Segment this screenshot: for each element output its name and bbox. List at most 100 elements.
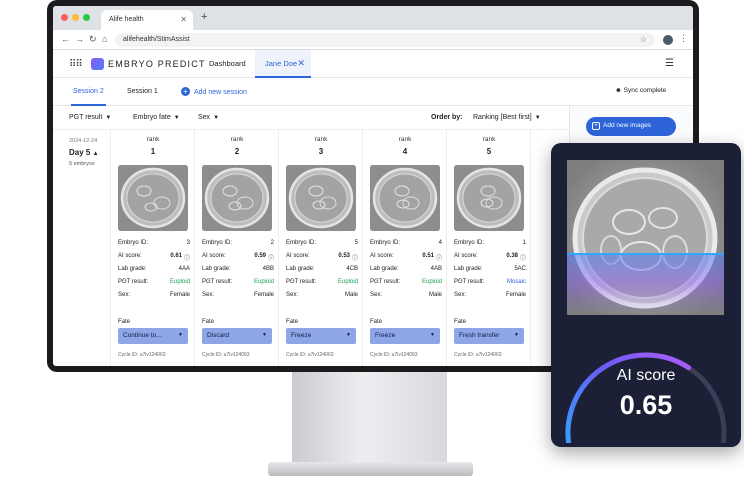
fate-select[interactable]: Continue to... ▼ bbox=[118, 328, 188, 344]
reload-icon[interactable]: ↻ bbox=[89, 34, 97, 45]
maximize-window-dot[interactable] bbox=[83, 14, 90, 21]
embryo-image[interactable] bbox=[286, 165, 356, 231]
url-field[interactable]: alifehealth/StimAssist ☆ bbox=[115, 33, 655, 47]
tab-session-2[interactable]: Session 2 bbox=[71, 78, 106, 106]
fate-select[interactable]: Freeze ▼ bbox=[370, 328, 440, 344]
tab-session-1[interactable]: Session 1 bbox=[127, 88, 158, 95]
fate-filter-label: Embryo fate bbox=[133, 114, 171, 121]
embryo-image[interactable] bbox=[454, 165, 524, 231]
fate-select[interactable]: Discard ▼ bbox=[202, 328, 272, 344]
cycle-id: Cycle ID: u7iv124063 bbox=[118, 352, 166, 358]
nav-patient-tab[interactable]: Jane Doe ✕ bbox=[255, 50, 311, 78]
caret-down-icon: ▼ bbox=[173, 115, 180, 121]
rank-label: rank bbox=[146, 136, 160, 143]
close-tab-icon[interactable]: ✕ bbox=[180, 15, 187, 24]
bookmark-star-icon[interactable]: ☆ bbox=[640, 35, 647, 44]
embryo-image[interactable] bbox=[370, 165, 440, 231]
browser-tab[interactable]: Alife health ✕ bbox=[101, 10, 193, 30]
home-icon[interactable]: ⌂ bbox=[102, 34, 107, 44]
rank-label: rank bbox=[314, 136, 328, 143]
pgt-filter-dropdown[interactable]: PGT result ▼ bbox=[69, 114, 111, 121]
embryo-card[interactable]: rank 4 Embryo ID: 4 AI score: 0.51 ⓘ Lab grade:… bbox=[363, 130, 447, 366]
pgt-result-value: Mosaic bbox=[506, 279, 526, 285]
embryo-id-row: Embryo ID: 3 bbox=[118, 240, 190, 246]
sex-label: Sex: bbox=[454, 292, 467, 298]
ai-score-row-label: AI score: bbox=[286, 253, 310, 259]
browser-menu-icon[interactable]: ⋮ bbox=[679, 33, 688, 44]
add-session-label: Add new session bbox=[194, 89, 247, 96]
sex-filter-label: Sex bbox=[198, 114, 211, 121]
embryo-card[interactable]: rank 2 Embryo ID: 2 AI score: 0.59 ⓘ Lab grade:… bbox=[195, 130, 279, 366]
monitor-stand-base bbox=[268, 462, 473, 476]
embryo-image[interactable] bbox=[202, 165, 272, 231]
embryo-card[interactable]: rank 3 Embryo ID: 5 AI score: 0.53 ⓘ Lab grade:… bbox=[279, 130, 363, 366]
ai-score-row-value: 0.61 bbox=[170, 253, 182, 259]
caret-down-icon: ▼ bbox=[346, 332, 351, 338]
embryo-id-value: 1 bbox=[522, 240, 526, 246]
add-session-button[interactable]: + Add new session bbox=[181, 87, 247, 96]
ai-score-row-label: AI score: bbox=[202, 253, 226, 259]
info-icon[interactable]: ⓘ bbox=[436, 253, 442, 262]
lab-grade-row: Lab grade: 4BB bbox=[202, 266, 274, 272]
info-icon[interactable]: ⓘ bbox=[520, 253, 526, 262]
lab-grade-label: Lab grade: bbox=[370, 266, 399, 272]
new-tab-icon[interactable]: + bbox=[201, 11, 207, 23]
rank-label: rank bbox=[230, 136, 244, 143]
embryo-id-value: 5 bbox=[354, 240, 358, 246]
pgt-result-row: PGT result: Euploid bbox=[202, 279, 274, 285]
pgt-result-row: PGT result: Mosaic bbox=[454, 279, 526, 285]
fate-label: Fate bbox=[454, 319, 467, 325]
rank-number: 4 bbox=[402, 147, 408, 156]
embryo-image[interactable] bbox=[118, 165, 188, 231]
pgt-filter-label: PGT result bbox=[69, 114, 103, 121]
fate-select[interactable]: Fresh transfer ▼ bbox=[454, 328, 524, 344]
close-window-dot[interactable] bbox=[61, 14, 68, 21]
fate-select[interactable]: Freeze ▼ bbox=[286, 328, 356, 344]
cycle-id: Cycle ID: u7iv124063 bbox=[202, 352, 250, 358]
fate-value: Continue to... bbox=[123, 332, 162, 339]
lab-grade-value: 4BB bbox=[262, 266, 274, 272]
back-icon[interactable]: ← bbox=[61, 34, 70, 44]
fate-value: Freeze bbox=[375, 332, 396, 339]
ai-score-row: AI score: 0.61 ⓘ bbox=[118, 253, 190, 262]
lab-grade-row: Lab grade: 5AC bbox=[454, 266, 526, 272]
day-toggle[interactable]: Day 5 ▲ bbox=[69, 148, 99, 157]
session-bar: Session 2 Session 1 + Add new session ☻ S… bbox=[53, 78, 693, 106]
order-by-dropdown[interactable]: Ranking [Best first] ▼ bbox=[473, 114, 541, 121]
sex-row: Sex: Female bbox=[454, 292, 526, 298]
sex-value: Female bbox=[253, 292, 274, 298]
nav-dashboard[interactable]: Dashboard bbox=[209, 59, 246, 68]
cycle-id: Cycle ID: u7iv124063 bbox=[454, 352, 502, 358]
embryo-card[interactable]: rank 1 Embryo ID: 3 AI score: 0.61 ⓘ Lab grade:… bbox=[111, 130, 195, 366]
forward-icon[interactable]: → bbox=[75, 34, 84, 44]
close-patient-tab-icon[interactable]: ✕ bbox=[297, 58, 305, 69]
info-icon[interactable]: ⓘ bbox=[268, 253, 274, 262]
ai-score-row-label: AI score: bbox=[370, 253, 394, 259]
ai-score-row: AI score: 0.59 ⓘ bbox=[202, 253, 274, 262]
caret-down-icon: ▼ bbox=[105, 115, 112, 121]
ai-score-value: 0.65 bbox=[619, 390, 673, 420]
rank-label: rank bbox=[398, 136, 412, 143]
info-icon[interactable]: ⓘ bbox=[184, 253, 190, 262]
minimize-window-dot[interactable] bbox=[72, 14, 79, 21]
rank-number: 2 bbox=[234, 147, 240, 156]
embryo-id-row: Embryo ID: 2 bbox=[202, 240, 274, 246]
rank-label: rank bbox=[482, 136, 496, 143]
hamburger-menu-icon[interactable]: ☰ bbox=[665, 58, 674, 69]
embryo-id-value: 4 bbox=[438, 240, 442, 246]
day-column: 2024-12-24 Day 5 ▲ 5 embryos bbox=[53, 130, 111, 366]
info-icon[interactable]: ⓘ bbox=[352, 253, 358, 262]
sync-status: ☻ Sync complete bbox=[615, 87, 666, 94]
embryo-card[interactable]: rank 5 Embryo ID: 1 AI score: 0.38 ⓘ Lab grade:… bbox=[447, 130, 531, 366]
order-by-label: Order by: bbox=[431, 114, 463, 121]
add-images-button[interactable]: + Add new images bbox=[586, 117, 676, 136]
embryo-predict-logo-icon bbox=[91, 58, 104, 70]
fate-filter-dropdown[interactable]: Embryo fate ▼ bbox=[133, 114, 180, 121]
address-bar-row: ← → ↻ ⌂ alifehealth/StimAssist ☆ ⋮ bbox=[53, 30, 693, 50]
profile-avatar[interactable] bbox=[663, 35, 673, 45]
apps-grid-icon[interactable]: ⠿⠿ bbox=[69, 59, 83, 70]
embryo-id-label: Embryo ID: bbox=[286, 240, 317, 246]
sex-label: Sex: bbox=[202, 292, 215, 298]
sex-filter-dropdown[interactable]: Sex ▼ bbox=[198, 114, 219, 121]
embryo-id-label: Embryo ID: bbox=[370, 240, 401, 246]
